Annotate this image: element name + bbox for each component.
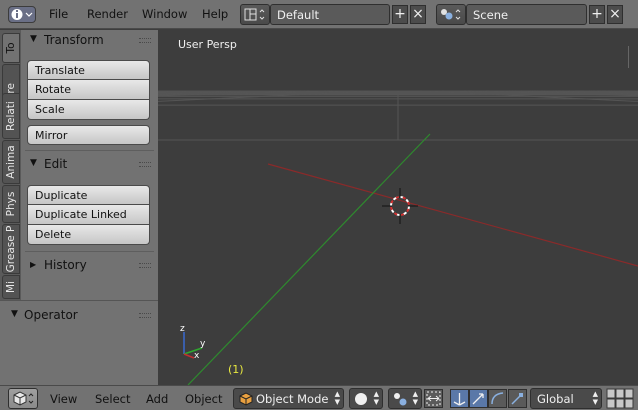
3d-view-header: View Select Add Object Object Mode ▲ ▼ ▲ ▼…	[0, 385, 638, 410]
translate-button[interactable]: Translate	[27, 60, 150, 80]
viewport-shading-select[interactable]: ▲ ▼	[349, 388, 383, 409]
scale-button[interactable]: Scale	[27, 100, 150, 120]
delete-button[interactable]: Delete	[27, 225, 150, 245]
menu-select[interactable]: Select	[95, 392, 130, 406]
x-axis-label: x	[194, 351, 200, 361]
3d-viewport[interactable]: User Persp z y x (1)	[158, 30, 638, 385]
solid-shading-icon	[355, 393, 367, 405]
translate-manipulator-icon[interactable]	[450, 389, 469, 408]
layer-buttons[interactable]	[606, 388, 638, 409]
operator-region: ▼ Operator	[0, 300, 158, 385]
transform-orientation-select[interactable]: Global ▲ ▼	[530, 388, 602, 409]
dropdown-arrows-icon: ▲ ▼	[412, 390, 418, 406]
screen-layout-browse[interactable]	[240, 4, 270, 25]
tab-physics[interactable]: Phys	[2, 185, 20, 223]
menu-object[interactable]: Object	[185, 392, 222, 406]
divider	[25, 150, 154, 151]
divider	[25, 251, 154, 252]
cube-icon	[13, 391, 34, 406]
dropdown-arrows-icon: ▲ ▼	[334, 390, 340, 406]
editor-type-button[interactable]	[8, 388, 38, 409]
view-label: User Persp	[178, 38, 237, 51]
axis-gizmo-icon: z y x	[180, 324, 206, 361]
z-axis-label: z	[180, 324, 185, 334]
3d-cursor-icon[interactable]	[380, 186, 420, 226]
scene-field[interactable]: Scene	[466, 4, 587, 25]
mode-select[interactable]: Object Mode ▲ ▼	[233, 388, 344, 409]
drag-grip-icon[interactable]	[139, 263, 151, 268]
collapsed-triangle-icon: ▶	[30, 260, 37, 269]
pivot-point-icon	[394, 393, 407, 406]
dropdown-arrows-icon: ▲ ▼	[373, 390, 379, 406]
duplicate-linked-button[interactable]: Duplicate Linked	[27, 205, 150, 225]
x-axis-line	[267, 163, 638, 267]
manipulate-center-points-icon[interactable]	[424, 389, 443, 408]
menu-window[interactable]: Window	[142, 7, 187, 21]
menu-file[interactable]: File	[49, 7, 68, 21]
drag-grip-icon[interactable]	[139, 313, 151, 318]
menu-add[interactable]: Add	[146, 392, 168, 406]
tab-relations[interactable]: Relati	[2, 93, 20, 139]
layout-icon	[244, 8, 265, 21]
menu-help[interactable]: Help	[202, 7, 228, 21]
tool-shelf: ▼ Transform Translate Rotate Scale Mirro…	[21, 30, 158, 300]
expanded-triangle-icon: ▼	[30, 158, 37, 168]
region-split-handle[interactable]	[628, 46, 638, 68]
add-scene-icon[interactable]: +	[589, 5, 605, 24]
duplicate-button[interactable]: Duplicate	[27, 185, 150, 205]
operator-panel-header[interactable]: ▼ Operator	[0, 305, 158, 327]
rotate-button[interactable]: Rotate	[27, 80, 150, 100]
tab-animation[interactable]: Anima	[2, 140, 20, 184]
drag-grip-icon[interactable]	[139, 38, 151, 43]
transform-panel-header[interactable]: ▼ Transform	[21, 30, 158, 52]
expanded-triangle-icon: ▼	[11, 309, 18, 319]
pivot-point-select[interactable]: ▲ ▼	[388, 388, 422, 409]
screen-layout-field[interactable]: Default	[270, 4, 390, 25]
close-screen-icon[interactable]: ×	[410, 5, 426, 24]
mirror-button[interactable]: Mirror	[27, 125, 150, 145]
close-scene-icon[interactable]: ×	[607, 5, 623, 24]
tool-tabs: To Cre Relati Anima Phys Grease P Mi	[0, 30, 21, 300]
scene-browse[interactable]	[436, 4, 466, 25]
editor-type-button[interactable]	[8, 6, 36, 23]
scene-icon	[441, 9, 461, 20]
dropdown-arrows-icon: ▲ ▼	[592, 390, 598, 406]
edit-panel-header[interactable]: ▼ Edit	[21, 154, 158, 176]
expanded-triangle-icon: ▼	[30, 34, 37, 44]
tab-grease-pencil[interactable]: Grease P	[2, 224, 20, 274]
rotate-manipulator-icon[interactable]	[488, 389, 507, 408]
drag-grip-icon[interactable]	[139, 162, 151, 167]
move-manipulator-icon[interactable]	[469, 389, 488, 408]
add-screen-icon[interactable]: +	[392, 5, 408, 24]
scale-manipulator-icon[interactable]	[508, 389, 527, 408]
frame-number-label: (1)	[228, 363, 244, 376]
info-icon	[11, 9, 33, 20]
info-header: File Render Window Help Default + × Scen…	[0, 0, 638, 29]
menu-view[interactable]: View	[50, 392, 77, 406]
y-axis-label: y	[200, 339, 206, 349]
layers-grid-icon	[606, 388, 634, 409]
tab-tools[interactable]: To	[2, 33, 20, 63]
object-mode-icon	[239, 392, 253, 406]
history-panel-header[interactable]: ▶ History	[21, 255, 158, 277]
tab-misc[interactable]: Mi	[2, 275, 20, 299]
menu-render[interactable]: Render	[87, 7, 128, 21]
